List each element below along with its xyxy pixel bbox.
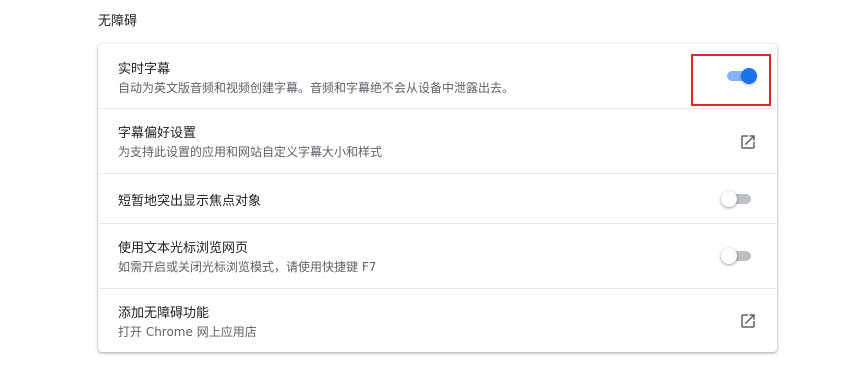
toggle-knob xyxy=(721,191,737,207)
open-in-new-icon[interactable] xyxy=(739,312,757,330)
accessibility-settings-card: 实时字幕 自动为英文版音频和视频创建字幕。音频和字幕绝不会从设备中泄露出去。 字… xyxy=(98,44,777,352)
setting-row-caption-preferences[interactable]: 字幕偏好设置 为支持此设置的应用和网站自定义字幕大小和样式 xyxy=(98,108,777,173)
annotation-highlight-box xyxy=(691,54,771,106)
section-title: 无障碍 xyxy=(98,14,138,29)
setting-title-caret-browsing: 使用文本光标浏览网页 xyxy=(118,241,249,256)
setting-row-caret-browsing[interactable]: 使用文本光标浏览网页 如需开启或关闭光标浏览模式，请使用快捷键 F7 xyxy=(98,223,777,288)
setting-title-caption-preferences: 字幕偏好设置 xyxy=(118,126,197,141)
setting-subtitle-add-accessibility-features: 打开 Chrome 网上应用店 xyxy=(118,325,257,339)
setting-subtitle-caption-preferences: 为支持此设置的应用和网站自定义字幕大小和样式 xyxy=(118,145,383,159)
caret-browsing-toggle[interactable] xyxy=(721,246,755,266)
setting-row-live-caption[interactable]: 实时字幕 自动为英文版音频和视频创建字幕。音频和字幕绝不会从设备中泄露出去。 xyxy=(98,44,777,108)
setting-row-focus-highlight[interactable]: 短暂地突出显示焦点对象 xyxy=(98,173,777,223)
open-in-new-icon[interactable] xyxy=(739,133,757,151)
focus-highlight-toggle[interactable] xyxy=(721,189,755,209)
setting-subtitle-live-caption: 自动为英文版音频和视频创建字幕。音频和字幕绝不会从设备中泄露出去。 xyxy=(118,81,515,95)
setting-title-add-accessibility-features: 添加无障碍功能 xyxy=(118,306,210,321)
setting-title-focus-highlight: 短暂地突出显示焦点对象 xyxy=(118,194,262,209)
setting-subtitle-caret-browsing: 如需开启或关闭光标浏览模式，请使用快捷键 F7 xyxy=(118,260,377,274)
setting-row-add-accessibility-features[interactable]: 添加无障碍功能 打开 Chrome 网上应用店 xyxy=(98,288,777,352)
toggle-knob xyxy=(721,248,737,264)
setting-title-live-caption: 实时字幕 xyxy=(118,62,171,77)
